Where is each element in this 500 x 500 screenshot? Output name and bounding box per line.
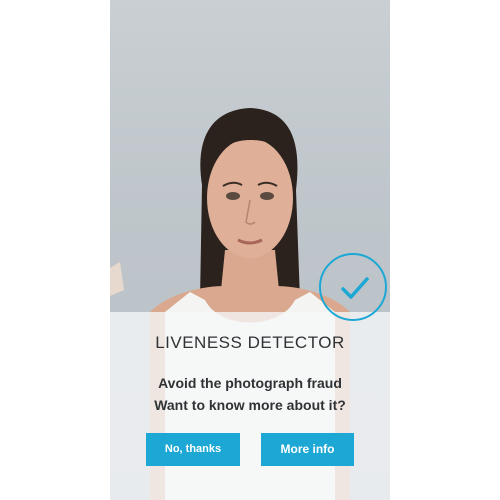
dialog-subtitle-line-1: Avoid the photograph fraud	[158, 375, 342, 391]
dialog-title: LIVENESS DETECTOR	[155, 333, 345, 352]
no-thanks-button[interactable]: No, thanks	[146, 433, 240, 466]
dialog-subtitle-line-2: Want to know more about it?	[154, 397, 346, 413]
more-info-button[interactable]: More info	[261, 433, 354, 466]
liveness-screen: LIVENESS DETECTOR Avoid the photograph f…	[110, 0, 390, 500]
checkmark-icon	[341, 277, 369, 299]
checkmark-badge	[319, 253, 387, 321]
